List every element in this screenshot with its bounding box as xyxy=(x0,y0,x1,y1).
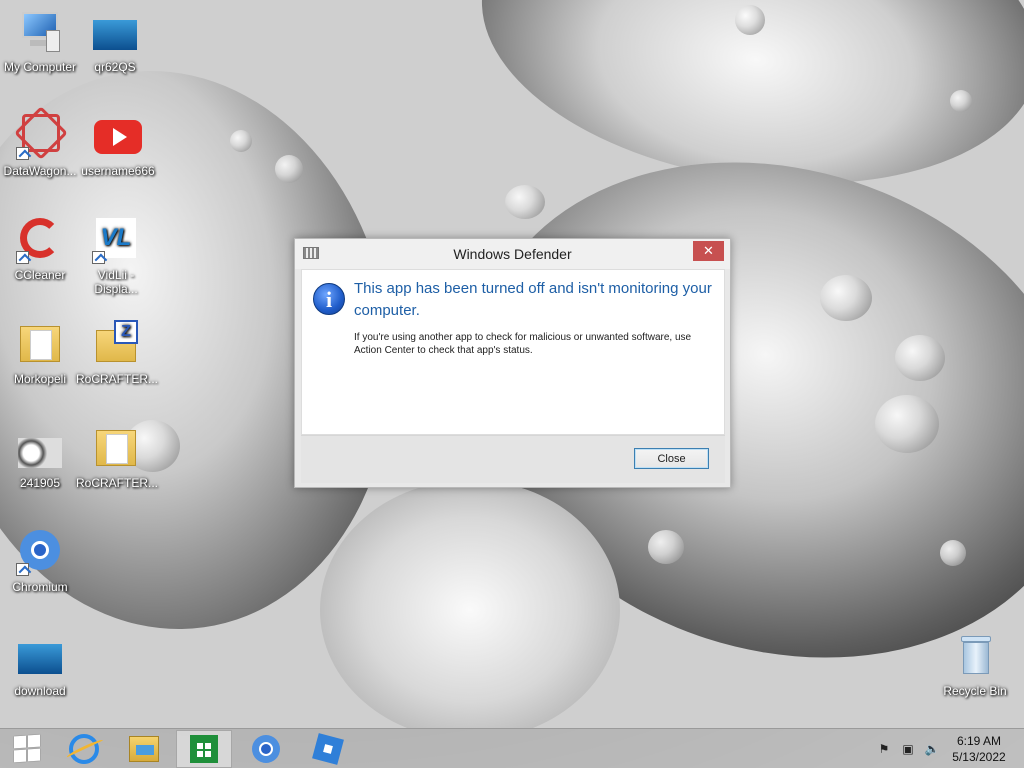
image-file-icon xyxy=(91,8,139,56)
youtube-icon xyxy=(94,112,142,160)
water-drop xyxy=(895,335,945,381)
start-icon xyxy=(14,734,42,763)
desktop-icon-vidlii[interactable]: VL VidLii - Displa... xyxy=(76,216,156,296)
start-button[interactable] xyxy=(0,730,56,768)
roblox-icon xyxy=(312,733,344,765)
desktop-icon-username666[interactable]: username666 xyxy=(78,112,158,178)
close-button[interactable]: Close xyxy=(634,448,709,469)
shortcut-arrow-icon xyxy=(16,563,29,576)
desktop-icon-my-computer[interactable]: My Computer xyxy=(0,8,80,74)
store-icon xyxy=(190,735,218,763)
taskbar-chromium[interactable] xyxy=(238,730,294,768)
desktop-icon-recycle-bin[interactable]: Recycle Bin xyxy=(935,632,1015,698)
windows-defender-dialog: Windows Defender ✕ i This app has been t… xyxy=(294,238,731,488)
chromium-icon xyxy=(16,528,64,576)
water-drop xyxy=(275,155,303,183)
desktop-icon-rocrafter-zip[interactable]: Z RoCRAFTER... xyxy=(76,320,158,386)
titlebar-close-button[interactable]: ✕ xyxy=(693,241,724,261)
desktop-icon-morkopeli[interactable]: Morkopeli xyxy=(0,320,80,386)
taskbar-roblox[interactable] xyxy=(300,730,356,768)
dialog-content: i This app has been turned off and isn't… xyxy=(301,269,725,435)
image-file-icon xyxy=(16,424,64,472)
desktop-icon-rocrafter-folder[interactable]: RoCRAFTER... xyxy=(76,424,158,490)
vidlii-icon: VL xyxy=(92,216,140,264)
clock-date: 5/13/2022 xyxy=(952,750,1006,764)
supplemental-text: If you're using another app to check for… xyxy=(354,332,692,356)
taskbar-file-explorer[interactable] xyxy=(116,730,172,768)
desktop-icon-qr62qs[interactable]: qr62QS xyxy=(75,8,155,74)
water-drop xyxy=(940,540,966,566)
desktop-icon-241905[interactable]: 241905 xyxy=(0,424,80,490)
water-drop xyxy=(735,5,765,35)
shortcut-arrow-icon xyxy=(92,251,105,264)
computer-icon xyxy=(16,8,64,56)
taskbar-store[interactable] xyxy=(176,730,232,768)
desktop-icon-download[interactable]: download xyxy=(0,632,80,698)
folder-icon xyxy=(92,424,140,472)
dialog-footer: Close xyxy=(301,435,725,483)
desktop-icon-ccleaner[interactable]: CCleaner xyxy=(0,216,80,282)
info-icon: i xyxy=(313,283,345,315)
desktop-icon-chromium[interactable]: Chromium xyxy=(0,528,80,594)
shortcut-arrow-icon xyxy=(16,147,29,160)
file-explorer-icon xyxy=(129,736,159,762)
folder-icon xyxy=(16,320,64,368)
system-tray: ⚑ ▣ 🔈 6:19 AM 5/13/2022 xyxy=(864,729,1024,768)
dialog-title: Windows Defender xyxy=(453,246,572,262)
main-instruction-text: This app has been turned off and isn't m… xyxy=(354,280,712,319)
datawagon-icon xyxy=(14,106,68,160)
water-drop xyxy=(648,530,684,564)
water-drop xyxy=(230,130,252,152)
network-icon[interactable]: ▣ xyxy=(900,741,916,757)
recycle-bin-icon xyxy=(951,632,999,680)
volume-muted-icon[interactable]: 🔈 xyxy=(924,741,940,757)
zip-folder-icon: Z xyxy=(92,320,140,368)
dialog-titlebar[interactable]: Windows Defender ✕ xyxy=(295,239,730,269)
water-drop xyxy=(820,275,872,321)
taskbar: ⚑ ▣ 🔈 6:19 AM 5/13/2022 xyxy=(0,728,1024,768)
chromium-icon xyxy=(252,735,280,763)
wallpaper-pebble xyxy=(320,480,620,728)
taskbar-internet-explorer[interactable] xyxy=(56,730,112,768)
action-center-flag-icon[interactable]: ⚑ xyxy=(876,741,892,757)
shortcut-arrow-icon xyxy=(16,251,29,264)
ccleaner-icon xyxy=(16,216,64,264)
clock-time: 6:19 AM xyxy=(956,734,1002,748)
water-drop xyxy=(505,185,545,219)
desktop-icon-datawagon[interactable]: DataWagon... xyxy=(0,106,80,178)
image-file-icon xyxy=(16,632,64,680)
water-drop xyxy=(950,90,972,112)
water-drop xyxy=(875,395,939,453)
internet-explorer-icon xyxy=(65,734,105,764)
clock[interactable]: 6:19 AM 5/13/2022 xyxy=(948,733,1010,765)
